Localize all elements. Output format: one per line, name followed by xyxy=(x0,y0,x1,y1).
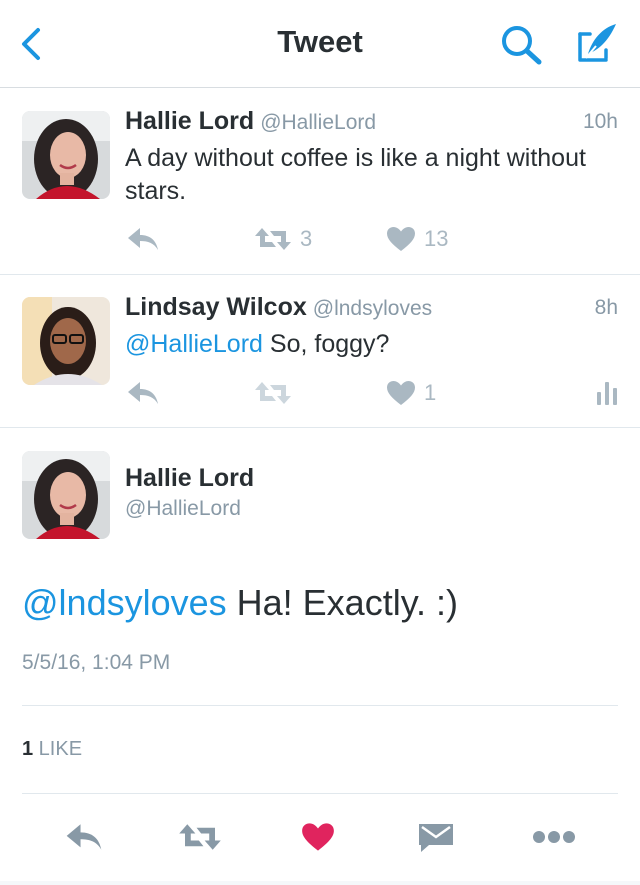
author-handle: @HallieLord xyxy=(260,111,377,134)
heart-icon xyxy=(387,381,415,405)
tweet-body: Ha! Exactly. :) xyxy=(226,582,459,623)
author-display-name: Lindsay Wilcox xyxy=(125,293,307,321)
tweet-text: @HallieLord So, foggy? xyxy=(125,328,605,361)
tweet-row[interactable]: Lindsay Wilcox @lndsyloves 8h @HallieLord… xyxy=(0,275,640,428)
retweet-icon xyxy=(255,228,291,250)
tweet-timestamp: 8h xyxy=(594,296,618,319)
author-name[interactable]: Hallie Lord @HallieLord xyxy=(125,107,376,136)
retweet-icon xyxy=(179,824,221,850)
divider xyxy=(22,793,618,794)
bottom-edge xyxy=(0,881,640,885)
mention-link[interactable]: @HallieLord xyxy=(125,330,263,358)
author-handle: @lndsyloves xyxy=(312,297,433,320)
analytics-button[interactable] xyxy=(596,376,618,410)
back-chevron-icon[interactable] xyxy=(14,22,54,66)
reply-icon xyxy=(128,382,158,404)
avatar[interactable] xyxy=(22,451,110,539)
likes-count: 1 xyxy=(22,738,34,760)
reply-button[interactable] xyxy=(126,376,160,410)
likes-summary[interactable]: 1 LIKE xyxy=(22,738,82,761)
reply-button[interactable] xyxy=(56,814,112,860)
reply-icon xyxy=(128,228,158,250)
heart-icon xyxy=(302,823,334,851)
avatar[interactable] xyxy=(22,297,110,385)
compose-icon[interactable] xyxy=(572,20,622,66)
analytics-icon xyxy=(597,382,617,405)
retweet-button[interactable] xyxy=(172,814,228,860)
like-button[interactable] xyxy=(290,814,346,860)
author-display-name[interactable]: Hallie Lord xyxy=(125,464,254,493)
retweet-count: 3 xyxy=(300,226,313,251)
divider xyxy=(22,705,618,706)
tweet-row[interactable]: Hallie Lord @HallieLord 10h A day without… xyxy=(0,88,640,275)
tweet-date: 5/5/16, 1:04 PM xyxy=(22,651,171,674)
retweet-button[interactable] xyxy=(254,376,292,410)
author-handle[interactable]: @HallieLord xyxy=(125,497,241,521)
author-name[interactable]: Lindsay Wilcox @lndsyloves xyxy=(125,293,432,322)
retweet-icon xyxy=(255,382,291,404)
tweet-text: A day without coffee is like a night wit… xyxy=(125,144,586,205)
avatar[interactable] xyxy=(22,111,110,199)
likes-label: LIKE xyxy=(33,738,83,760)
like-button[interactable]: 1 xyxy=(386,376,436,410)
tweet-body: So, foggy? xyxy=(262,330,390,358)
direct-message-button[interactable] xyxy=(408,814,464,860)
tweet-timestamp: 10h xyxy=(582,110,618,133)
retweet-button[interactable]: 3 xyxy=(254,222,312,256)
message-icon xyxy=(419,824,453,852)
like-button[interactable]: 13 xyxy=(386,222,448,256)
heart-icon xyxy=(387,227,415,251)
mention-link[interactable]: @lndsyloves xyxy=(22,582,227,623)
more-button[interactable] xyxy=(526,814,582,860)
navigation-bar: Tweet xyxy=(0,0,640,88)
reply-button[interactable] xyxy=(126,222,160,256)
like-count: 13 xyxy=(424,226,449,251)
reply-icon xyxy=(66,824,102,850)
like-count: 1 xyxy=(424,380,437,405)
author-display-name: Hallie Lord xyxy=(125,107,255,135)
tweet-text: @lndsyloves Ha! Exactly. :) xyxy=(22,582,458,624)
more-icon xyxy=(533,831,575,843)
search-icon[interactable] xyxy=(498,22,546,66)
